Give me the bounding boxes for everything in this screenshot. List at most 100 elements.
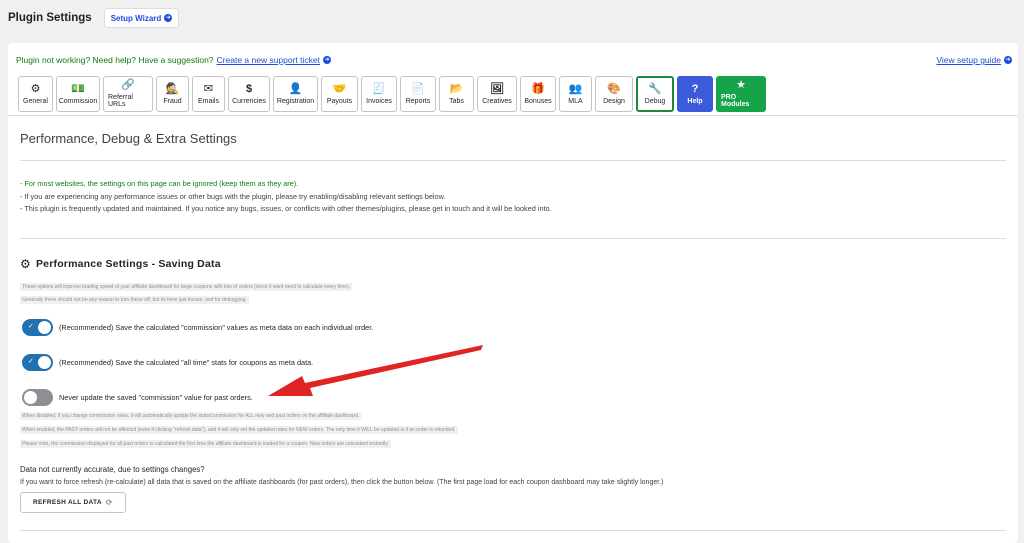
- money-icon: 💵: [71, 82, 85, 95]
- tab-general[interactable]: ⚙ General: [18, 76, 53, 112]
- refresh-icon: ⟳: [105, 498, 113, 507]
- folder-plus-icon: 📂: [449, 82, 464, 95]
- tab-label: Tabs: [449, 97, 464, 105]
- tab-creatives[interactable]: 🖼 Creatives: [477, 76, 517, 112]
- intro-line-2: - If you are experiencing any performanc…: [20, 191, 446, 201]
- performance-title-text: Performance Settings - Saving Data: [35, 258, 221, 270]
- tab-bonuses[interactable]: 🎁 Bonuses: [520, 76, 556, 112]
- users-icon: 👥: [568, 82, 583, 95]
- report-icon: 📄: [411, 82, 425, 95]
- toggle-row-never-update: Never update the saved "commission" valu…: [22, 389, 253, 406]
- intro-line-3: - This plugin is frequently updated and …: [20, 204, 552, 213]
- tab-pro-modules[interactable]: ★ PRO Modules: [716, 76, 766, 112]
- check-icon: ✓: [28, 358, 34, 365]
- tab-label: Invoices: [366, 97, 392, 105]
- refresh-button-label: REFRESH ALL DATA: [33, 499, 102, 506]
- dollar-icon: $: [245, 82, 253, 95]
- tab-label: PRO Modules: [721, 94, 750, 108]
- tab-reports[interactable]: 📄 Reports: [400, 76, 436, 112]
- performance-note-1: These options will improve loading speed…: [20, 283, 353, 291]
- setup-guide-link[interactable]: View setup guide ➜: [936, 55, 1012, 65]
- tab-label: Commission: [58, 97, 98, 105]
- palette-icon: 🎨: [607, 82, 621, 95]
- refresh-description: If you want to force refresh (re-calcula…: [20, 479, 664, 486]
- refresh-all-data-button[interactable]: REFRESH ALL DATA ⟳: [20, 492, 126, 513]
- tab-label: Help: [687, 97, 703, 105]
- tab-help[interactable]: ? Help: [677, 76, 713, 112]
- gift-icon: 🎁: [531, 82, 545, 95]
- check-icon: ✓: [28, 323, 34, 330]
- user-icon: 👤: [288, 82, 303, 95]
- arrow-right-icon: ➜: [164, 14, 173, 22]
- toggle-knob: [38, 356, 51, 369]
- tab-label: Currencies: [232, 97, 266, 105]
- tab-label: Debug: [644, 97, 666, 105]
- divider: [20, 238, 1006, 239]
- star-icon: ★: [736, 79, 746, 91]
- intro-line-1: - For most websites, the settings on thi…: [20, 179, 299, 188]
- tab-label: Bonuses: [524, 97, 552, 105]
- tab-label: Payouts: [326, 97, 353, 105]
- never-update-label: Never update the saved "commission" valu…: [59, 393, 253, 402]
- arrow-right-icon: ➜: [1004, 56, 1012, 64]
- tab-invoices[interactable]: 🧾 Invoices: [361, 76, 397, 112]
- tab-label: MLA: [568, 97, 583, 105]
- link-icon: 🔗: [121, 79, 135, 91]
- tab-label: Reports: [405, 97, 431, 105]
- performance-section-title: ⚙ Performance Settings - Saving Data: [20, 257, 221, 271]
- never-update-toggle[interactable]: [22, 389, 53, 406]
- refresh-question: Data not currently accurate, due to sett…: [20, 465, 205, 474]
- divider: [20, 160, 1006, 161]
- save-stats-toggle[interactable]: ✓: [22, 354, 53, 371]
- tab-emails[interactable]: ✉ Emails: [192, 76, 225, 112]
- support-ticket-link[interactable]: Create a new support ticket: [217, 55, 320, 65]
- save-stats-label: (Recommended) Save the calculated "all t…: [59, 358, 314, 367]
- toggle-note-3: Please note, the commission displayed fo…: [20, 440, 391, 448]
- top-bar: Plugin Settings Setup Wizard ➜: [0, 0, 1024, 36]
- toggle-note-1: When disabled, if you change commission …: [20, 412, 362, 420]
- section-heading: Performance, Debug & Extra Settings: [20, 131, 237, 146]
- tab-label: Design: [603, 97, 625, 105]
- tab-mla[interactable]: 👥 MLA: [559, 76, 592, 112]
- gear-icon: ⚙: [20, 257, 31, 271]
- tab-tabs[interactable]: 📂 Tabs: [439, 76, 474, 112]
- tab-label: Registration: [276, 97, 315, 105]
- toggle-knob: [38, 321, 51, 334]
- divider: [20, 530, 1006, 531]
- invoice-icon: 🧾: [372, 82, 386, 95]
- tab-payouts[interactable]: 🤝 Payouts: [321, 76, 358, 112]
- page-title: Plugin Settings: [8, 12, 92, 24]
- help-prompt: Plugin not working? Need help? Have a su…: [16, 55, 214, 65]
- save-commission-toggle[interactable]: ✓: [22, 319, 53, 336]
- handshake-icon: 🤝: [332, 82, 347, 95]
- performance-note-2: Generally there should not be any reason…: [20, 296, 249, 304]
- tab-registration[interactable]: 👤 Registration: [273, 76, 318, 112]
- arrow-right-icon: ➜: [323, 56, 332, 64]
- tab-referral-urls[interactable]: 🔗 Referral URLs: [103, 76, 153, 112]
- spy-icon: 🕵: [165, 82, 180, 95]
- setup-guide-label: View setup guide: [936, 55, 1001, 65]
- tab-debug[interactable]: 🔧 Debug: [636, 76, 674, 112]
- tab-label: Emails: [197, 97, 219, 105]
- toggle-row-save-commission: ✓ (Recommended) Save the calculated "com…: [22, 319, 373, 336]
- tab-label: General: [23, 97, 48, 105]
- wrench-icon: 🔧: [648, 82, 662, 95]
- tab-commission[interactable]: 💵 Commission: [56, 76, 100, 112]
- tab-label: Fraud: [163, 97, 182, 105]
- tab-currencies[interactable]: $ Currencies: [228, 76, 270, 112]
- setup-wizard-button[interactable]: Setup Wizard ➜: [103, 8, 180, 28]
- tab-label: Referral URLs: [108, 94, 133, 108]
- help-line: Plugin not working? Need help? Have a su…: [16, 55, 332, 65]
- save-commission-label: (Recommended) Save the calculated "commi…: [59, 323, 374, 332]
- tab-label: Creatives: [482, 97, 512, 105]
- toggle-note-2: When enabled, the PAST orders will not b…: [20, 426, 458, 434]
- tabs-divider: [8, 115, 1018, 116]
- toggle-knob: [24, 391, 37, 404]
- settings-panel: Plugin not working? Need help? Have a su…: [8, 43, 1018, 543]
- gear-icon: ⚙: [30, 82, 41, 95]
- tab-fraud[interactable]: 🕵 Fraud: [156, 76, 189, 112]
- setup-wizard-label: Setup Wizard: [110, 13, 162, 23]
- envelope-icon: ✉: [203, 82, 214, 95]
- tab-design[interactable]: 🎨 Design: [595, 76, 633, 112]
- settings-tabs: ⚙ General 💵 Commission 🔗 Referral URLs 🕵 Fraud ✉…: [18, 76, 766, 112]
